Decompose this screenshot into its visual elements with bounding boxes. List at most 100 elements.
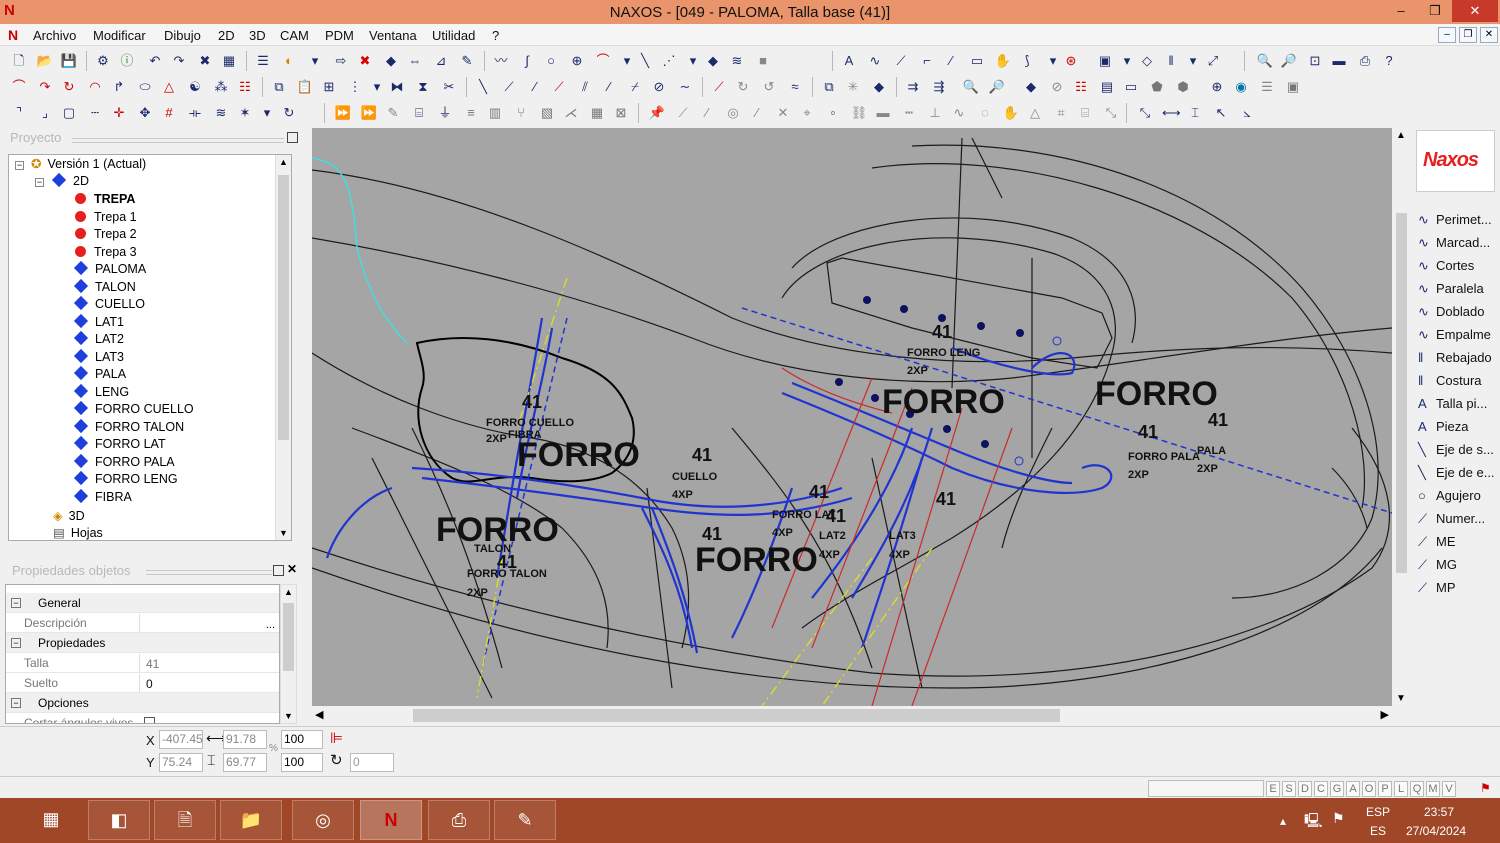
rectangle-icon[interactable]: ▭ xyxy=(968,52,986,70)
tree-node-forro-leng[interactable]: FORRO LENG xyxy=(73,470,178,488)
diag-icon[interactable]: ⟋ xyxy=(674,104,692,122)
spiral-icon[interactable]: ☯ xyxy=(186,78,204,96)
palette-icon[interactable]: ◐ xyxy=(280,52,298,70)
cube-icon[interactable]: ▣ xyxy=(1284,78,1302,96)
menu-archivo[interactable]: Archivo xyxy=(33,28,76,43)
scroll-down-icon[interactable]: ▼ xyxy=(279,528,288,538)
lasso-icon[interactable]: ◌ xyxy=(976,104,994,122)
properties-scrollbar[interactable]: ▲ ▼ xyxy=(280,584,297,724)
tree-node-talon[interactable]: TALON xyxy=(73,278,136,296)
grab-icon[interactable]: ✋ xyxy=(994,52,1012,70)
copy-entity-icon[interactable]: ⇔ xyxy=(406,52,424,70)
dimension-h-icon[interactable]: ⟷ xyxy=(1162,104,1181,122)
cross-icon[interactable]: ✛ xyxy=(110,104,128,122)
undo-icon[interactable]: ↶ xyxy=(146,52,164,70)
anchor-icon[interactable]: ⊥ xyxy=(926,104,944,122)
tree-scrollbar[interactable]: ▲ ▼ xyxy=(275,155,291,540)
status-flag-q[interactable]: Q xyxy=(1410,781,1424,797)
status-flag-g[interactable]: G xyxy=(1330,781,1344,797)
curve-icon[interactable]: ∫ xyxy=(518,52,536,70)
branch-icon[interactable]: ⑂ xyxy=(512,104,530,122)
grading-icon[interactable]: ◇ xyxy=(1138,52,1156,70)
shape-2-icon[interactable]: ⬢ xyxy=(1174,78,1192,96)
status-flag-s[interactable]: S xyxy=(1282,781,1296,797)
properties-scroll-thumb[interactable] xyxy=(283,603,294,671)
resize-icon[interactable]: ⤡ xyxy=(1102,104,1120,122)
polygon-icon[interactable]: △ xyxy=(160,78,178,96)
tray-arrow-icon[interactable]: ▴ xyxy=(1280,814,1286,828)
x-coordinate-field[interactable]: -407.45 xyxy=(159,730,203,749)
project-tree[interactable]: − ✪ Versión 1 (Actual) − 2D TREPA Trepa 1 T… xyxy=(8,154,292,541)
tree-node-3d[interactable]: ◈ 3D xyxy=(53,508,85,525)
pointer-icon[interactable]: ◆ xyxy=(1022,78,1040,96)
explode-icon[interactable]: ✳ xyxy=(844,78,862,96)
dropdown-arrow-icon[interactable]: ▾ xyxy=(1184,52,1202,70)
pin-icon[interactable]: 📌 xyxy=(648,104,666,122)
tree-node-trepa-2[interactable]: Trepa 2 xyxy=(75,226,137,243)
acrobat-app-icon[interactable]: ⎙ xyxy=(428,800,490,840)
y-coordinate-field[interactable]: 75.24 xyxy=(159,753,203,772)
line-tool-3-icon[interactable]: ∕ xyxy=(526,78,544,96)
scroll-up-icon[interactable]: ▲ xyxy=(1396,130,1406,141)
forward-delete-icon[interactable]: ⏩ xyxy=(360,104,378,122)
ruler-icon[interactable]: ▬ xyxy=(1330,52,1348,70)
angle-field[interactable]: 0 xyxy=(350,753,394,772)
layer-stack-icon[interactable]: ☰ xyxy=(1258,78,1276,96)
collapse-icon[interactable]: − xyxy=(11,598,21,608)
descripcion-browse-button[interactable]: ... xyxy=(266,615,275,635)
cortar-checkbox[interactable] xyxy=(144,717,155,723)
status-flag-v[interactable]: V xyxy=(1442,781,1456,797)
collapse-icon[interactable]: − xyxy=(11,698,21,708)
stroke-icon[interactable]: ∕ xyxy=(942,52,960,70)
select-icon[interactable]: ⇨ xyxy=(332,52,350,70)
marker-icon[interactable]: ◆ xyxy=(704,52,722,70)
snap-tool-icon[interactable]: ⌖ xyxy=(798,104,816,122)
frame-tool-icon[interactable]: ⌸ xyxy=(1076,104,1094,122)
tool-eje-de-s[interactable]: ╲ Eje de s... xyxy=(1418,439,1494,461)
suelto-field[interactable]: 0 xyxy=(139,674,277,692)
delete-entity-icon[interactable]: ✖ xyxy=(356,52,374,70)
ppt-app-icon[interactable]: ◧ xyxy=(88,800,150,840)
menu-cam[interactable]: CAM xyxy=(280,28,309,43)
table-icon[interactable]: ☷ xyxy=(1072,78,1090,96)
rotate-icon[interactable]: ↻ xyxy=(734,78,752,96)
drop-icon[interactable]: ⏚ xyxy=(436,104,454,122)
tool-me[interactable]: ⟋ ME xyxy=(1418,531,1456,553)
calculator-icon[interactable]: ▦ xyxy=(20,800,82,840)
tool-perimet[interactable]: ∿ Perimet... xyxy=(1418,209,1492,231)
tree-node-lat1[interactable]: LAT1 xyxy=(73,313,124,331)
tool-marcad[interactable]: ∿ Marcad... xyxy=(1418,232,1490,254)
canvas-hscroll-thumb[interactable] xyxy=(413,709,1060,722)
circle-icon[interactable]: ○ xyxy=(542,52,560,70)
diag-3-icon[interactable]: ⁄ xyxy=(748,104,766,122)
close-button[interactable]: ✕ xyxy=(1452,0,1498,22)
tree-node-leng[interactable]: LENG xyxy=(73,383,129,401)
polyline-icon[interactable]: 〰 xyxy=(492,52,510,70)
redo-icon[interactable]: ↷ xyxy=(170,52,188,70)
scroll-down-icon[interactable]: ▼ xyxy=(284,711,293,721)
dash-icon[interactable]: ┅ xyxy=(900,104,918,122)
dropdown-arrow-icon[interactable]: ▾ xyxy=(306,52,324,70)
mdi-minimize-button[interactable]: – xyxy=(1438,27,1456,43)
pivot-icon[interactable]: ⊛ xyxy=(1062,52,1080,70)
scale-y-field[interactable]: 100 xyxy=(281,753,323,772)
dimension-v-icon[interactable]: ⌶ xyxy=(1186,104,1204,122)
tool-agujero[interactable]: ○ Agujero xyxy=(1418,485,1481,507)
tree-scroll-thumb[interactable] xyxy=(278,175,289,440)
properties-icon[interactable]: ▦ xyxy=(220,52,238,70)
ruler-tool-icon[interactable]: ▬ xyxy=(874,104,892,122)
flip-v-icon[interactable]: ⧗ xyxy=(414,78,432,96)
arc-icon[interactable]: ⌒ xyxy=(594,52,612,70)
scroll-up-icon[interactable]: ▲ xyxy=(284,587,293,597)
hash-icon[interactable]: # xyxy=(160,104,178,122)
rotate-2-icon[interactable]: ↺ xyxy=(760,78,778,96)
height-field[interactable]: 69.77 xyxy=(223,753,267,772)
scroll-right-icon[interactable]: ▶ xyxy=(1381,708,1389,721)
text-icon[interactable]: A xyxy=(840,52,858,70)
collapse-icon[interactable]: − xyxy=(15,161,24,170)
tool-numer[interactable]: ⟋ Numer... xyxy=(1418,508,1485,530)
gear-icon[interactable]: ⚙ xyxy=(94,52,112,70)
zoom-icon[interactable]: 🔍 xyxy=(962,78,980,96)
angle-icon[interactable]: ↖ xyxy=(1212,104,1230,122)
move-icon[interactable]: ◆ xyxy=(382,52,400,70)
